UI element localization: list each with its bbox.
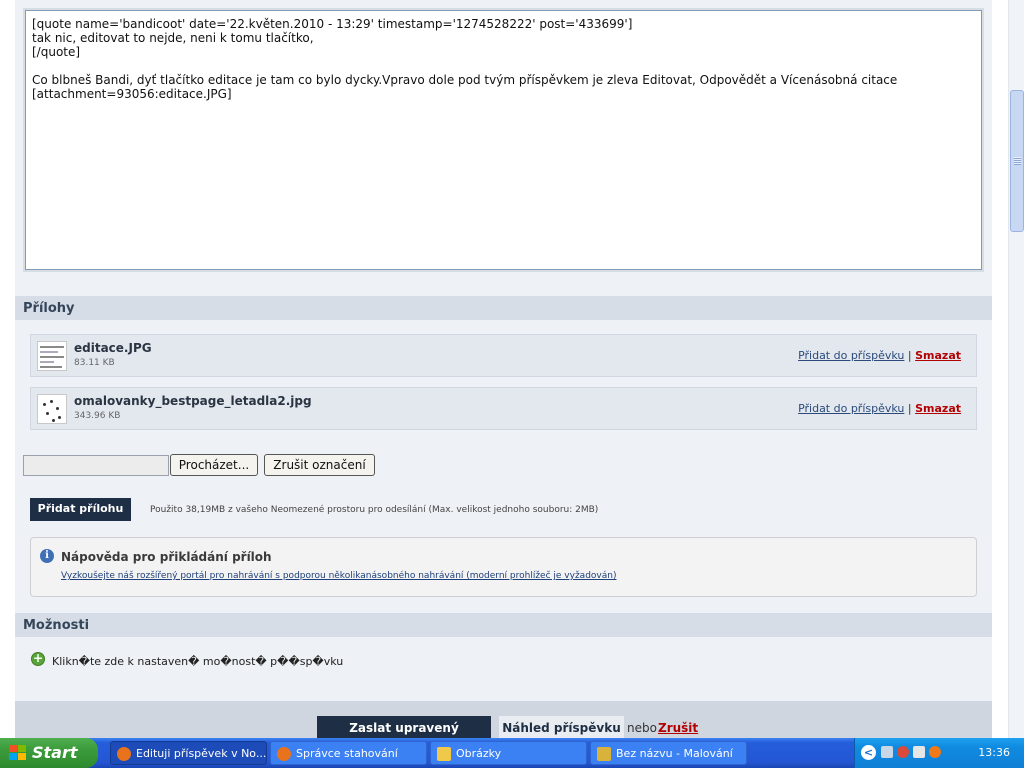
windows-logo-icon: [9, 745, 27, 761]
network-icon[interactable]: [881, 746, 893, 758]
action-separator: |: [907, 349, 912, 362]
firefox-icon: [117, 747, 131, 761]
attachment-size: 343.96 KB: [74, 411, 121, 421]
browse-button[interactable]: Procházet...: [170, 454, 258, 476]
plus-icon[interactable]: +: [31, 652, 45, 666]
attachment-row: omalovanky_bestpage_letadla2.jpg 343.96 …: [30, 387, 977, 430]
paint-icon: [597, 747, 611, 761]
security-icon[interactable]: [897, 746, 909, 758]
avast-icon[interactable]: [929, 746, 941, 758]
start-label: Start: [32, 743, 78, 762]
delete-attachment-link[interactable]: Smazat: [915, 349, 961, 362]
delete-attachment-link[interactable]: Smazat: [915, 402, 961, 415]
add-attachment-button[interactable]: Přidat přílohu: [30, 498, 131, 521]
browser-page: [quote name='bandicoot' date='22.květen.…: [0, 0, 1008, 738]
post-editor-textarea[interactable]: [quote name='bandicoot' date='22.květen.…: [25, 10, 982, 270]
info-icon: i: [40, 549, 54, 563]
advanced-uploader-link[interactable]: Vyzkoušejte náš rozšířený portál pro nah…: [61, 571, 616, 581]
clear-selection-button[interactable]: Zrušit označení: [264, 454, 375, 476]
taskbar: Start Edituji příspěvek v No... Správce …: [0, 738, 1024, 768]
attachment-actions: Přidat do příspěvku | Smazat: [798, 402, 961, 415]
attachments-header: Přílohy: [15, 296, 992, 320]
grip-icon: [1014, 157, 1021, 165]
attachment-actions: Přidat do příspěvku | Smazat: [798, 349, 961, 362]
attachment-name: omalovanky_bestpage_letadla2.jpg: [74, 394, 312, 408]
action-separator: |: [907, 402, 912, 415]
task-label: Obrázky: [456, 747, 502, 760]
attachment-help-box: i Nápověda pro přikládání příloh Vyzkouš…: [30, 537, 977, 597]
taskbar-item-downloads[interactable]: Správce stahování: [270, 741, 427, 765]
taskbar-item-pictures[interactable]: Obrázky: [430, 741, 587, 765]
start-button[interactable]: Start: [0, 738, 98, 768]
vertical-scrollbar[interactable]: [1008, 0, 1024, 738]
help-title: Nápověda pro přikládání příloh: [61, 550, 272, 564]
add-to-post-link[interactable]: Přidat do příspěvku: [798, 402, 904, 415]
options-header: Možnosti: [15, 613, 992, 637]
add-to-post-link[interactable]: Přidat do příspěvku: [798, 349, 904, 362]
cancel-link[interactable]: Zrušit: [658, 721, 698, 735]
form-actions-bar: Zaslat upravený příspěvek Náhled příspěv…: [15, 701, 992, 738]
or-text: nebo: [627, 721, 657, 735]
system-tray: < 13:36: [854, 738, 1024, 768]
firefox-icon: [277, 747, 291, 761]
file-path-input[interactable]: [23, 455, 169, 476]
taskbar-item-paint[interactable]: Bez názvu - Malování: [590, 741, 747, 765]
upload-usage-text: Použito 38,19MB z vašeho Neomezené prost…: [150, 505, 599, 515]
editor-frame: [quote name='bandicoot' date='22.květen.…: [23, 8, 984, 272]
task-label: Bez názvu - Malování: [616, 747, 733, 760]
attachment-name: editace.JPG: [74, 341, 152, 355]
clock: 13:36: [978, 746, 1010, 759]
task-label: Správce stahování: [296, 747, 398, 760]
taskbar-item-browser[interactable]: Edituji příspěvek v No...: [110, 741, 267, 765]
edit-post-form: [quote name='bandicoot' date='22.květen.…: [15, 0, 992, 738]
attachment-thumbnail[interactable]: [37, 394, 67, 424]
post-options-link[interactable]: Klikn�te zde k nastaven� mo�nost� p��sp�…: [52, 655, 343, 668]
display-icon[interactable]: [913, 746, 925, 758]
submit-edited-post-button[interactable]: Zaslat upravený příspěvek: [317, 716, 491, 738]
task-label: Edituji příspěvek v No...: [136, 747, 267, 760]
scrollbar-thumb[interactable]: [1010, 90, 1024, 232]
chevron-left-icon[interactable]: <: [861, 745, 876, 760]
attachment-thumbnail[interactable]: [37, 341, 67, 371]
attachment-row: editace.JPG 83.11 KB Přidat do příspěvku…: [30, 334, 977, 377]
preview-post-button[interactable]: Náhled příspěvku: [499, 716, 624, 738]
attachment-size: 83.11 KB: [74, 358, 115, 368]
folder-icon: [437, 747, 451, 761]
